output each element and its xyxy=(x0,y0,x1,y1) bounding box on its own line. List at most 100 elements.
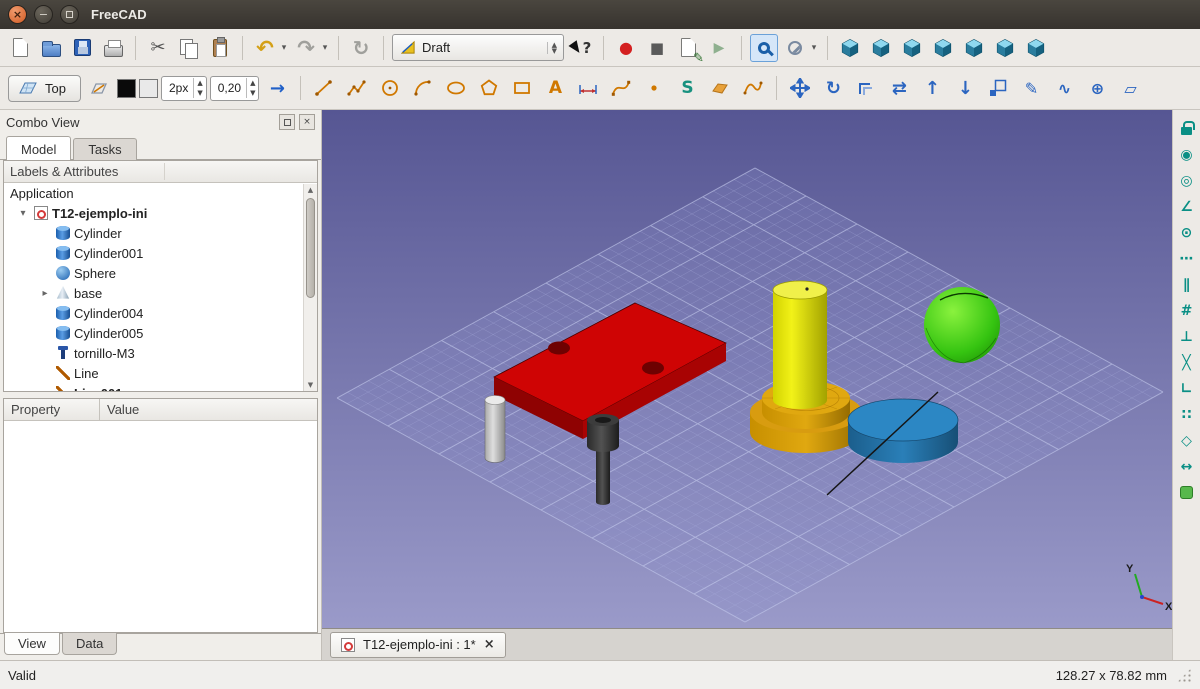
face-color-swatch[interactable] xyxy=(139,79,158,98)
macro-play-button[interactable]: ▶ xyxy=(705,34,733,62)
tree-column-header[interactable]: Labels & Attributes xyxy=(4,161,317,183)
box-zoom-button[interactable] xyxy=(750,34,778,62)
new-document-button[interactable] xyxy=(6,34,34,62)
scroll-down-icon[interactable]: ▼ xyxy=(304,379,317,391)
cut-button[interactable]: ✂ xyxy=(144,34,172,62)
working-plane-button[interactable]: Top xyxy=(8,75,81,102)
float-panel-button[interactable] xyxy=(279,114,295,130)
view-top-button[interactable] xyxy=(898,34,926,62)
draft-wire-to-bspline-button[interactable]: ∿ xyxy=(1049,73,1079,103)
line-color-swatch[interactable] xyxy=(117,79,136,98)
refresh-button[interactable]: ↻ xyxy=(347,34,375,62)
paste-button[interactable] xyxy=(206,34,234,62)
snap-midpoint-button[interactable]: ◎ xyxy=(1176,170,1198,191)
draft-text-button[interactable]: A xyxy=(540,73,570,103)
snap-parallel-button[interactable]: ∥ xyxy=(1176,274,1198,295)
property-column-header[interactable]: Property xyxy=(4,399,100,420)
snap-endpoint-button[interactable]: ◉ xyxy=(1176,144,1198,165)
tree-item-line[interactable]: Line xyxy=(4,363,317,383)
draft-polygon-button[interactable] xyxy=(474,73,504,103)
line-width-value[interactable]: 2px xyxy=(162,81,193,95)
tree-item-base[interactable]: ▸ base xyxy=(4,283,317,303)
property-body[interactable] xyxy=(4,421,317,632)
tree-item-application[interactable]: Application xyxy=(4,183,317,203)
viewport-3d[interactable]: X Y xyxy=(322,110,1172,628)
tree-item-line001[interactable]: Line001 xyxy=(4,383,317,392)
draft-move-button[interactable] xyxy=(785,73,815,103)
copy-button[interactable] xyxy=(175,34,203,62)
spin-arrows-icon[interactable]: ▲▼ xyxy=(193,78,205,98)
tab-view[interactable]: View xyxy=(4,633,60,655)
draft-arc-button[interactable] xyxy=(408,73,438,103)
value-column-header[interactable]: Value xyxy=(100,399,139,420)
undo-dropdown-icon[interactable]: ▾ xyxy=(279,43,289,53)
draft-add-point-button[interactable]: ⊕ xyxy=(1082,73,1112,103)
draw-style-dropdown-icon[interactable]: ▾ xyxy=(809,43,819,53)
snap-near-button[interactable]: ∷ xyxy=(1176,404,1198,425)
macro-record-button[interactable]: ● xyxy=(612,34,640,62)
draft-wire-button[interactable] xyxy=(342,73,372,103)
snap-working-plane-button[interactable]: ◇ xyxy=(1176,430,1198,451)
tree-item-cylinder001[interactable]: Cylinder001 xyxy=(4,243,317,263)
tree-item-sphere[interactable]: Sphere xyxy=(4,263,317,283)
snap-lock-button[interactable] xyxy=(1176,118,1198,139)
view-rear-button[interactable] xyxy=(960,34,988,62)
document-tab[interactable]: T12-ejemplo-ini : 1* × xyxy=(330,632,506,658)
snap-extension-button[interactable]: ⋯ xyxy=(1176,248,1198,269)
object-small-cylinder[interactable] xyxy=(485,396,505,463)
snap-angle-button[interactable]: ∠ xyxy=(1176,196,1198,217)
tab-data[interactable]: Data xyxy=(62,633,117,655)
tree-item-cylinder004[interactable]: Cylinder004 xyxy=(4,303,317,323)
tree-item-cylinder[interactable]: Cylinder xyxy=(4,223,317,243)
draft-rectangle-button[interactable] xyxy=(507,73,537,103)
window-close-button[interactable]: × xyxy=(8,5,27,24)
redo-button[interactable]: ↷ xyxy=(292,34,320,62)
expander-open-icon[interactable]: ▾ xyxy=(16,208,30,219)
snap-intersection-button[interactable]: ╳ xyxy=(1176,352,1198,373)
object-green-sphere[interactable] xyxy=(924,287,1000,363)
object-yellow-cylinder[interactable] xyxy=(773,281,827,409)
snap-ortho-button[interactable]: ∟ xyxy=(1176,378,1198,399)
snap-grid-button[interactable]: # xyxy=(1176,300,1198,321)
print-button[interactable] xyxy=(99,34,127,62)
scrollbar-thumb[interactable] xyxy=(306,198,315,298)
tab-model[interactable]: Model xyxy=(6,136,71,160)
scroll-up-icon[interactable]: ▲ xyxy=(304,184,317,196)
draft-upgrade-button[interactable]: ↑ xyxy=(917,73,947,103)
draft-point-button[interactable] xyxy=(639,73,669,103)
draft-bezier-button[interactable] xyxy=(738,73,768,103)
combo-arrows-icon[interactable]: ▲ ▼ xyxy=(547,42,561,54)
draft-edit-button[interactable]: ✎ xyxy=(1016,73,1046,103)
view-bottom-button[interactable] xyxy=(991,34,1019,62)
draft-rotate-button[interactable]: ↻ xyxy=(818,73,848,103)
window-minimize-button[interactable]: − xyxy=(34,5,53,24)
snap-center-button[interactable]: ⊙ xyxy=(1176,222,1198,243)
draft-dimension-button[interactable] xyxy=(573,73,603,103)
object-blue-disc[interactable] xyxy=(848,399,958,463)
resize-grip[interactable] xyxy=(1177,668,1192,683)
construction-mode-button[interactable] xyxy=(84,73,114,103)
snap-perpendicular-button[interactable]: ⊥ xyxy=(1176,326,1198,347)
draft-downgrade-button[interactable]: ↓ xyxy=(950,73,980,103)
snap-dimensions-button[interactable]: ↔ xyxy=(1176,456,1198,477)
close-panel-button[interactable]: × xyxy=(299,114,315,130)
draft-ellipse-button[interactable] xyxy=(441,73,471,103)
view-right-button[interactable] xyxy=(929,34,957,62)
view-axonometric-button[interactable] xyxy=(836,34,864,62)
tree-scrollbar[interactable]: ▲ ▼ xyxy=(303,184,317,391)
toggle-grid-button[interactable] xyxy=(1176,482,1198,503)
draft-shape-2d-view-button[interactable]: ▱ xyxy=(1115,73,1145,103)
draw-style-button[interactable] xyxy=(781,34,809,62)
draft-line-button[interactable] xyxy=(309,73,339,103)
expander-closed-icon[interactable]: ▸ xyxy=(38,288,52,299)
redo-dropdown-icon[interactable]: ▾ xyxy=(320,43,330,53)
text-scale-value[interactable]: 0,20 xyxy=(211,81,246,95)
whats-this-button[interactable]: ? xyxy=(567,34,595,62)
titlebar[interactable]: × − FreeCAD xyxy=(0,0,1200,29)
tree-item-cylinder005[interactable]: Cylinder005 xyxy=(4,323,317,343)
open-document-button[interactable] xyxy=(37,34,65,62)
draft-scale-button[interactable] xyxy=(983,73,1013,103)
text-scale-spinbox[interactable]: 0,20 ▲▼ xyxy=(210,76,260,101)
autogroup-button[interactable]: → xyxy=(262,73,292,103)
view-front-button[interactable] xyxy=(867,34,895,62)
